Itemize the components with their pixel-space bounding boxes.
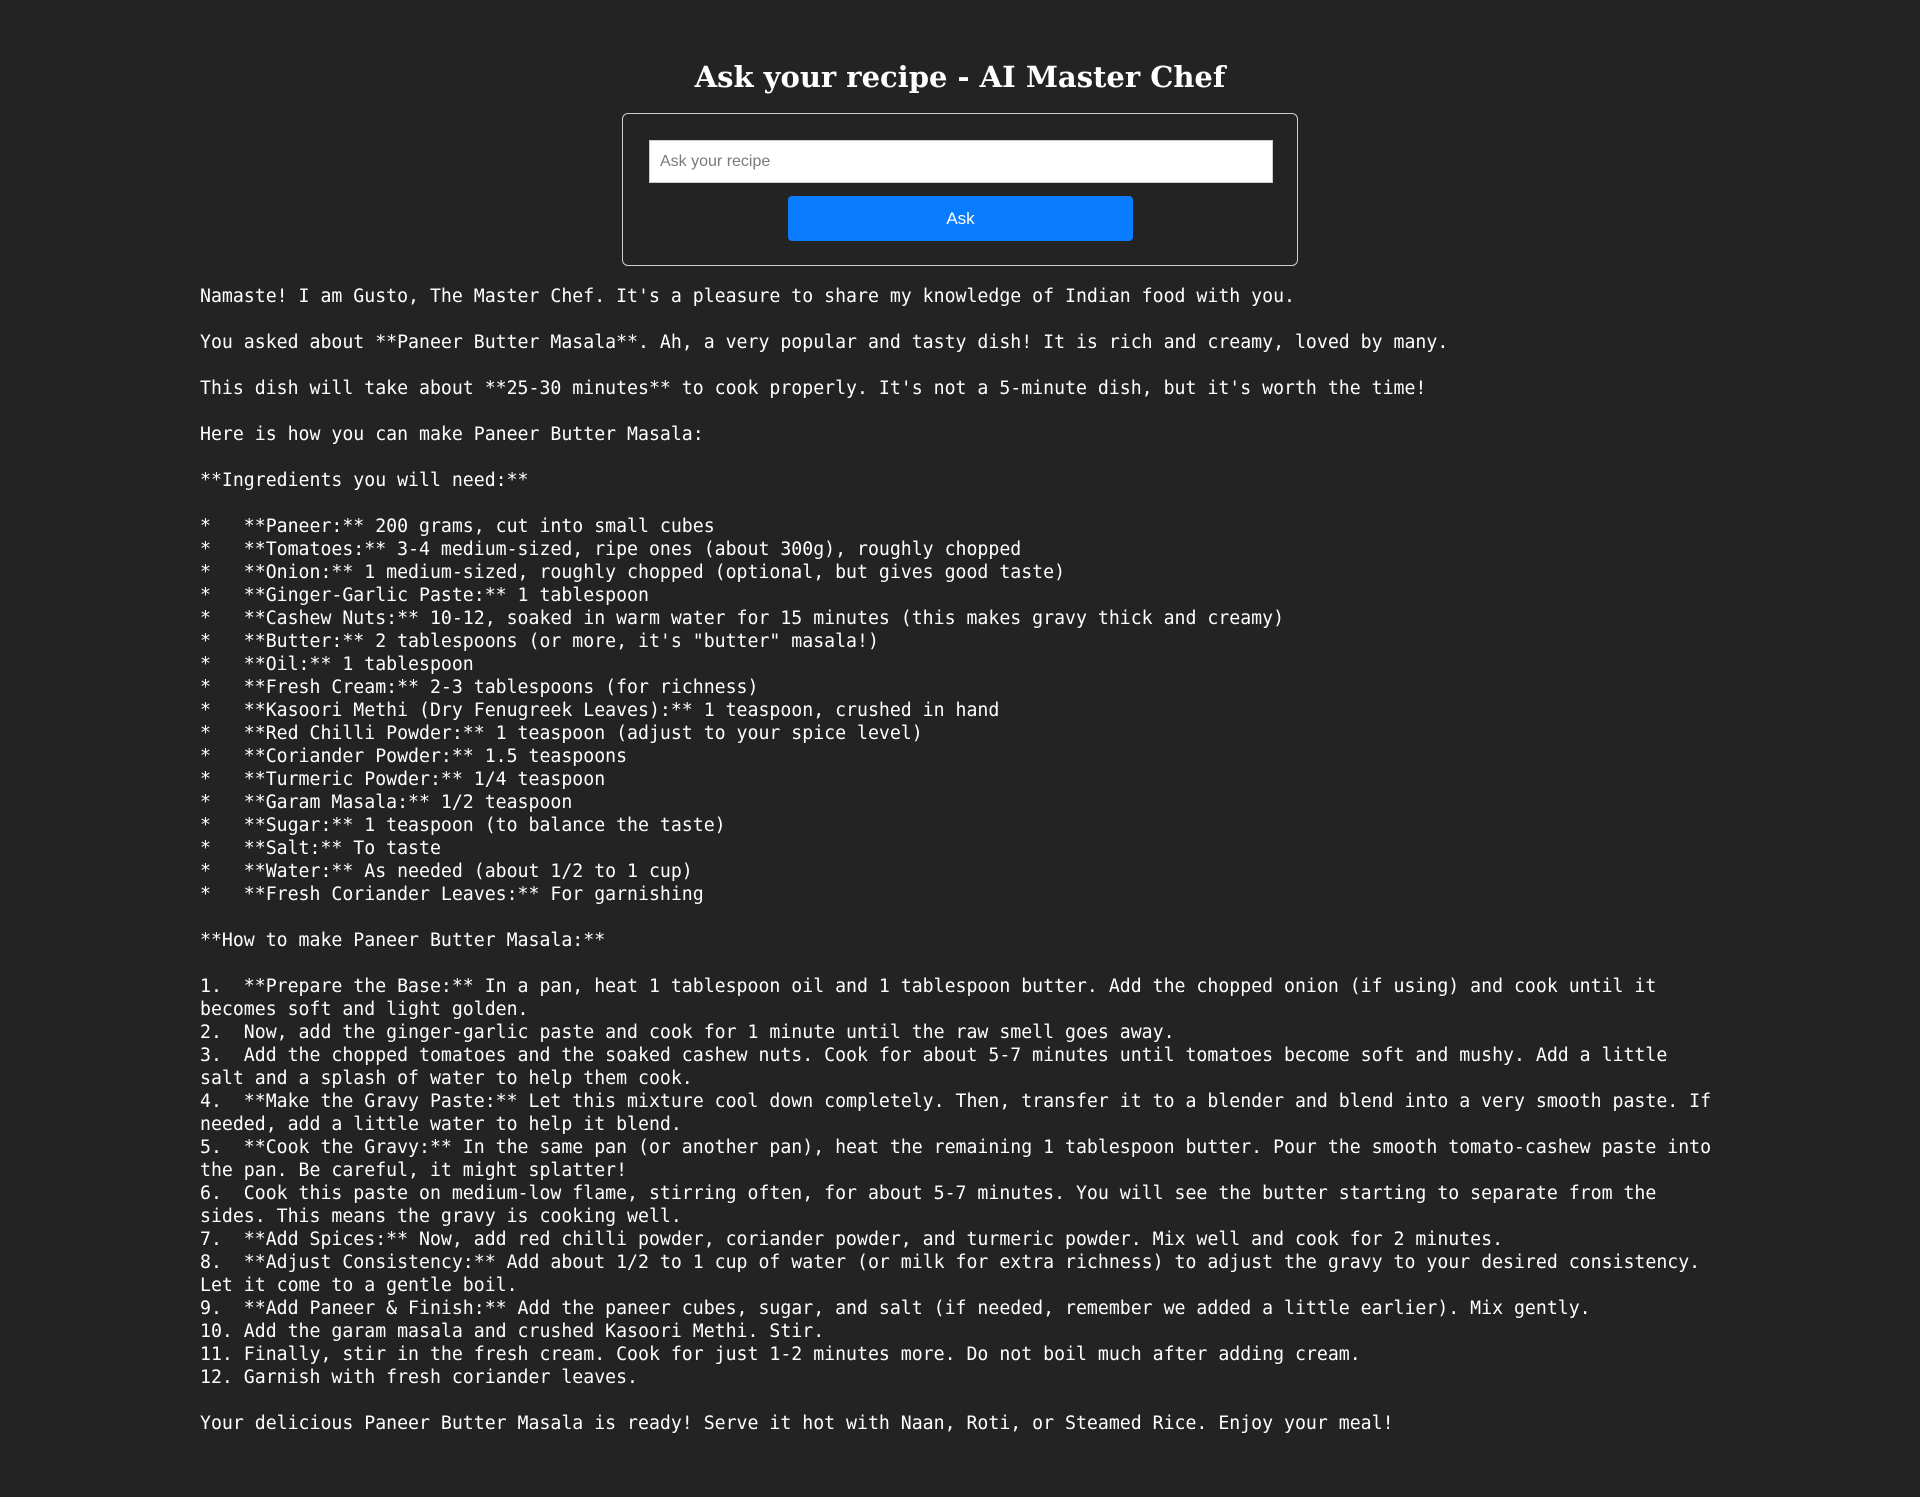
recipe-response: Namaste! I am Gusto, The Master Chef. It… bbox=[200, 286, 1712, 1434]
ask-button[interactable]: Ask bbox=[788, 196, 1133, 241]
page-title: Ask your recipe - AI Master Chef bbox=[694, 60, 1226, 94]
ask-form: Ask bbox=[622, 113, 1298, 266]
recipe-input[interactable] bbox=[649, 140, 1273, 183]
